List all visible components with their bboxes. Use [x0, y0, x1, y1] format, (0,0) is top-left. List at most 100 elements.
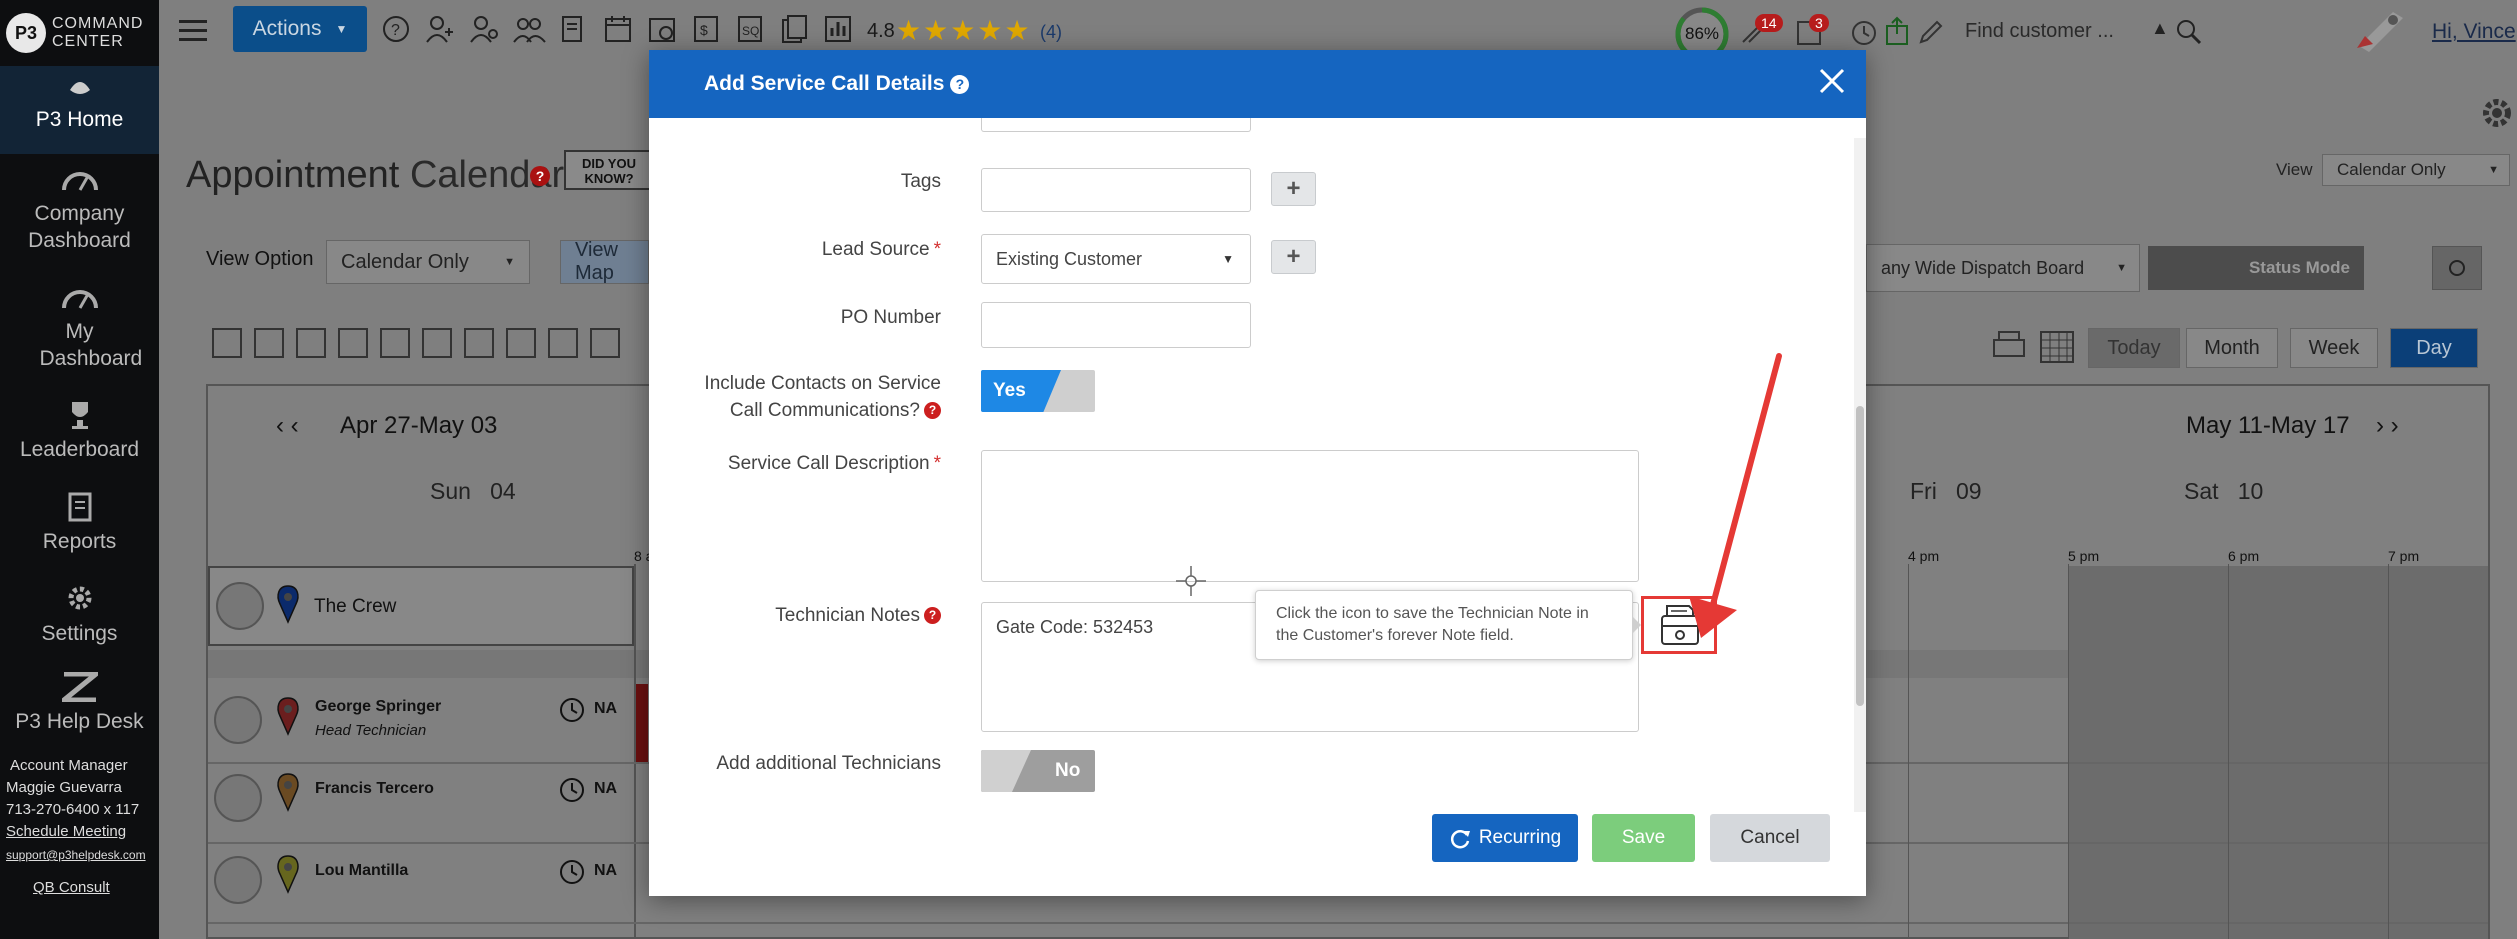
edit-icon[interactable] [1917, 18, 1945, 46]
toolbar-icon[interactable] [422, 328, 452, 358]
view-select[interactable]: Calendar Only ▼ [2322, 154, 2510, 186]
rating-count[interactable]: (4) [1040, 22, 1062, 43]
user-greeting-link[interactable]: Hi, Vince [2432, 20, 2516, 44]
view-map-button[interactable]: View Map [560, 239, 649, 284]
recurring-button[interactable]: Recurring [1432, 814, 1578, 862]
help-icon[interactable]: ? [924, 607, 941, 625]
toolbar-icon[interactable] [548, 328, 578, 358]
documents-icon[interactable] [779, 14, 809, 44]
hamburger-icon[interactable] [179, 20, 207, 42]
export-icon[interactable] [1885, 16, 1909, 46]
toolbar-icon[interactable] [380, 328, 410, 358]
sidebar-item-reports[interactable]: Reports [0, 492, 159, 555]
range-right: May 11-May 17 [2186, 412, 2350, 439]
toolbar-icon[interactable] [464, 328, 494, 358]
hour-label: 6 pm [2228, 548, 2260, 564]
quote-icon[interactable]: SQ [735, 14, 765, 44]
gear-icon[interactable] [2480, 96, 2514, 130]
toolbar-icon[interactable] [296, 328, 326, 358]
clock-icon [558, 858, 586, 886]
app-logo[interactable]: P3 COMMAND CENTER [0, 0, 159, 66]
help-icon[interactable]: ? [530, 166, 550, 186]
previous-field-input[interactable] [981, 118, 1251, 132]
help-icon[interactable]: ? [924, 402, 941, 420]
tech-row[interactable]: Francis Tercero NA [208, 762, 634, 842]
toolbar-icon[interactable] [590, 328, 620, 358]
sidebar-item-p3-home[interactable]: P3 Home [0, 66, 159, 154]
grid-line [2228, 564, 2229, 939]
add-lead-source-button[interactable]: + [1271, 240, 1316, 274]
report-icon [0, 492, 159, 522]
help-icon[interactable]: ? [381, 14, 411, 44]
save-button[interactable]: Save [1592, 814, 1695, 862]
annotation-arrow [1689, 353, 1782, 638]
svg-text:SQ: SQ [742, 24, 759, 38]
schedule-icon[interactable] [647, 14, 677, 44]
toolbar-icon[interactable] [212, 328, 242, 358]
lead-source-select[interactable]: Existing Customer ▼ [981, 234, 1251, 284]
day-header-sat: Sat 10 [2184, 478, 2264, 504]
toolbar-icon[interactable] [338, 328, 368, 358]
status-mode-toggle[interactable]: Status Mode [2148, 246, 2364, 290]
invoice-icon[interactable]: $ [691, 14, 721, 44]
actions-label: Actions [252, 17, 322, 40]
crew-row[interactable]: The Crew [208, 566, 634, 646]
history-icon[interactable] [1849, 18, 1879, 48]
week-button[interactable]: Week [2290, 328, 2378, 368]
support-email-link[interactable]: support@p3helpdesk.com [6, 848, 146, 862]
prev-range-button[interactable]: ‹ ‹ [276, 412, 299, 440]
add-tag-button[interactable]: + [1271, 172, 1316, 206]
add-user-icon[interactable] [425, 14, 455, 44]
print-icon[interactable] [1990, 328, 2028, 364]
calendar-grid-icon[interactable] [2038, 328, 2076, 364]
toggle-label: No [1055, 760, 1081, 781]
sidebar-item-settings[interactable]: Settings [0, 582, 159, 647]
sidebar-item-company-dashboard[interactable]: Company Dashboard [0, 166, 159, 254]
modal-scrollbar[interactable] [1854, 138, 1866, 812]
caret-down-icon: ▼ [335, 22, 348, 36]
new-job-icon[interactable] [559, 14, 589, 44]
schedule-meeting-link[interactable]: Schedule Meeting [6, 823, 126, 840]
day-header-sun: Sun 04 [430, 478, 516, 504]
view-option-select[interactable]: Calendar Only ▼ [326, 240, 530, 284]
po-number-input[interactable] [981, 302, 1251, 348]
add-technicians-toggle[interactable]: No [981, 750, 1095, 792]
calendar-icon[interactable] [603, 14, 633, 44]
clock-icon [558, 696, 586, 724]
next-range-button[interactable]: › › [2376, 412, 2399, 440]
month-button[interactable]: Month [2186, 328, 2278, 368]
refresh-icon [1450, 830, 1470, 849]
qb-consult-link[interactable]: QB Consult [33, 879, 110, 896]
search-controls[interactable]: ▲ [2149, 18, 2209, 46]
toolbar-icon[interactable] [254, 328, 284, 358]
avatar[interactable] [2353, 6, 2409, 56]
clock-icon [558, 776, 586, 804]
dispatch-board-select[interactable]: any Wide Dispatch Board ▼ [1866, 244, 2140, 292]
tech-row[interactable]: George Springer Head Technician NA [208, 684, 634, 762]
tech-name: George Springer [315, 698, 442, 715]
close-icon[interactable] [1817, 66, 1847, 96]
caret-up-icon[interactable]: ▲ [2151, 18, 2169, 39]
save-note-tooltip: Click the icon to save the Technician No… [1255, 590, 1633, 660]
tags-input[interactable] [981, 168, 1251, 212]
users-icon[interactable] [513, 14, 546, 44]
day-button[interactable]: Day [2390, 328, 2478, 368]
cancel-button[interactable]: Cancel [1710, 814, 1830, 862]
toolbar-icon[interactable] [506, 328, 536, 358]
help-icon[interactable]: ? [950, 74, 970, 94]
contacts-toggle[interactable]: Yes [981, 370, 1095, 412]
actions-button[interactable]: Actions ▼ [233, 6, 367, 52]
description-textarea[interactable] [981, 450, 1639, 582]
bar-chart-icon[interactable] [823, 14, 853, 44]
star-icon: ★ [977, 15, 1003, 46]
customer-search-input[interactable]: Find customer ... [1965, 14, 2147, 48]
sidebar-item-my-dashboard[interactable]: My Dashboard [0, 284, 159, 372]
sidebar-item-leaderboard[interactable]: Leaderboard [0, 400, 159, 463]
sidebar-item-help-desk[interactable]: P3 Help Desk [0, 672, 159, 735]
scrollbar-thumb[interactable] [1856, 406, 1864, 706]
today-button[interactable]: Today [2088, 328, 2180, 368]
refresh-button[interactable] [2432, 246, 2482, 290]
search-user-icon[interactable] [469, 14, 499, 44]
tech-row[interactable]: Lou Mantilla NA [208, 844, 634, 924]
star-icon: ★ [896, 15, 922, 46]
